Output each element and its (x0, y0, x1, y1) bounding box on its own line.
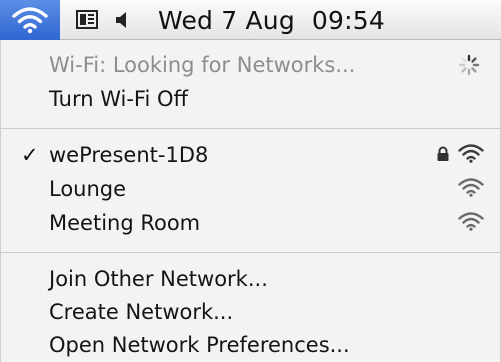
loading-spinner-icon (458, 54, 480, 76)
wifi-signal-icon (458, 143, 484, 168)
network-name: Meeting Room (49, 211, 201, 235)
wifi-dropdown-menu: Wi-Fi: Looking for Networks... Turn Wi-F… (0, 40, 501, 362)
menu-separator (1, 128, 500, 129)
menu-bar: Wed 7 Aug 09:54 (0, 0, 501, 40)
join-other-network-label: Join Other Network... (49, 267, 268, 291)
turn-wifi-off-label: Turn Wi-Fi Off (49, 87, 188, 111)
turn-wifi-off-item[interactable]: Turn Wi-Fi Off (1, 82, 500, 116)
network-item-lounge[interactable]: Lounge (1, 172, 500, 206)
join-other-network-item[interactable]: Join Other Network... (1, 262, 500, 296)
network-item-meeting-room[interactable]: Meeting Room (1, 206, 500, 240)
wifi-status-item: Wi-Fi: Looking for Networks... (1, 48, 500, 82)
display-mirroring-icon[interactable] (76, 10, 98, 29)
create-network-label: Create Network... (49, 300, 234, 324)
network-item-wepresent[interactable]: ✓ wePresent-1D8 (1, 138, 500, 172)
checkmark-icon: ✓ (21, 143, 39, 167)
clock-date: Wed 7 Aug (158, 5, 295, 35)
open-network-preferences-label: Open Network Preferences... (49, 333, 350, 357)
network-name: wePresent-1D8 (49, 143, 209, 167)
wifi-menu-extra[interactable] (0, 0, 60, 40)
wifi-signal-icon (458, 211, 484, 236)
clock-time: 09:54 (311, 5, 385, 35)
wifi-status-text: Wi-Fi: Looking for Networks... (49, 53, 356, 77)
open-network-preferences-item[interactable]: Open Network Preferences... (1, 328, 500, 362)
volume-icon[interactable] (113, 11, 133, 29)
network-name: Lounge (49, 177, 127, 201)
menu-separator (1, 252, 500, 253)
create-network-item[interactable]: Create Network... (1, 295, 500, 329)
lock-icon (436, 143, 450, 167)
wifi-icon (12, 6, 48, 34)
menubar-clock[interactable]: Wed 7 Aug 09:54 (158, 4, 385, 36)
wifi-signal-icon (458, 177, 484, 202)
